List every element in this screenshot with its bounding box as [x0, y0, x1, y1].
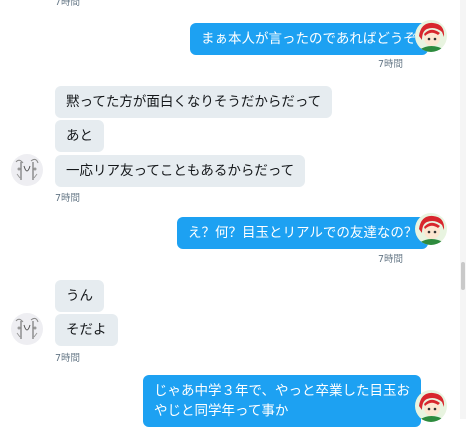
received-message-bubble: うん: [55, 280, 104, 312]
message-text: 一応リア友ってこともあるからだって: [66, 163, 295, 179]
partial-timestamp: 7時間: [55, 0, 81, 8]
scrollbar-thumb[interactable]: [461, 262, 465, 290]
sent-message-bubble: じゃあ中学３年で、やっと卒業した目玉お やじと同学年って事か: [143, 375, 421, 427]
message-timestamp: 7時間: [55, 193, 81, 204]
sketch-character-avatar[interactable]: [11, 154, 43, 186]
message-text: まぁ本人が言ったのであればどうぞ: [201, 31, 417, 47]
message-timestamp: 7時間: [55, 353, 81, 364]
sent-message-bubble: まぁ本人が言ったのであればどうぞ: [190, 23, 428, 55]
sketch-character-avatar[interactable]: [11, 313, 43, 345]
message-timestamp: 7時間: [378, 59, 404, 70]
message-text-line: じゃあ中学３年で、やっと卒業した目玉お: [154, 383, 410, 399]
received-message-bubble: 一応リア友ってこともあるからだって: [55, 155, 306, 187]
sent-message-bubble: え？何？目玉とリアルでの友達なの？: [177, 217, 429, 249]
red-haired-character-avatar[interactable]: [415, 20, 447, 52]
red-haired-character-avatar[interactable]: [415, 390, 447, 422]
message-text: え？何？目玉とリアルでの友達なの？: [188, 225, 418, 241]
message-text: うん: [66, 288, 93, 304]
message-text: そだよ: [66, 322, 107, 338]
received-message-bubble: 黙ってた方が面白くなりそうだからだって: [55, 86, 333, 118]
scrollbar-track[interactable]: [460, 0, 466, 419]
message-timestamp: 7時間: [378, 254, 404, 265]
message-text: あと: [66, 128, 93, 144]
message-text: 黙ってた方が面白くなりそうだからだって: [66, 94, 322, 110]
red-haired-character-avatar[interactable]: [415, 213, 447, 245]
received-message-bubble: あと: [55, 120, 104, 152]
received-message-bubble: そだよ: [55, 314, 118, 346]
message-text-line: やじと同学年って事か: [154, 403, 289, 419]
